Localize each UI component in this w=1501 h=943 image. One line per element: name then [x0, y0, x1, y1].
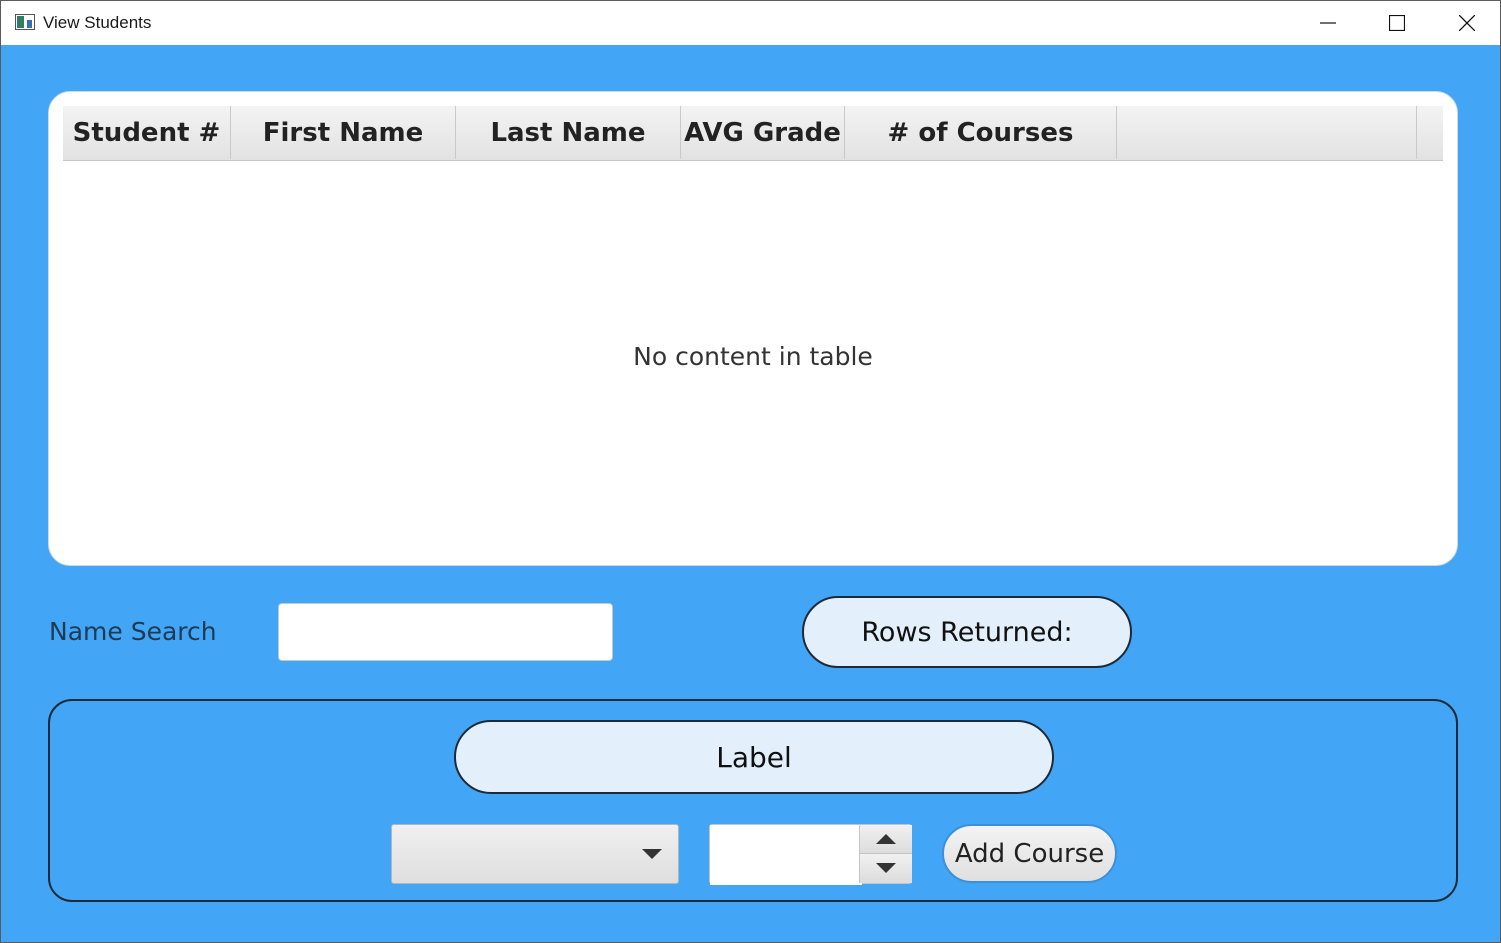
table-header: Student # First Name Last Name AVG Grade… [63, 106, 1443, 161]
minimize-icon [1320, 22, 1336, 24]
spinner-decrement-button[interactable] [859, 854, 912, 883]
close-button[interactable] [1433, 1, 1501, 45]
rows-returned-label: Rows Returned: [802, 596, 1132, 668]
column-header-student-number[interactable]: Student # [63, 106, 231, 159]
column-header-filler [1117, 106, 1417, 159]
column-header-first-name[interactable]: First Name [231, 106, 456, 159]
grade-spinner-input[interactable] [710, 825, 862, 885]
title-bar: View Students [1, 1, 1500, 45]
column-header-num-courses[interactable]: # of Courses [845, 106, 1117, 159]
view-students-window: View Students Student # First Name Last … [0, 0, 1501, 943]
table-placeholder: No content in table [633, 342, 873, 371]
close-icon [1459, 15, 1475, 31]
column-header-avg-grade[interactable]: AVG Grade [681, 106, 845, 159]
app-window-icon [15, 14, 35, 30]
maximize-button[interactable] [1363, 1, 1431, 45]
arrow-down-icon [876, 863, 896, 873]
name-search-input[interactable] [278, 603, 613, 661]
chevron-down-icon [642, 849, 662, 859]
grade-spinner[interactable] [709, 824, 912, 885]
course-label: Label [454, 720, 1054, 794]
maximize-icon [1389, 15, 1405, 31]
course-combo-box[interactable] [391, 824, 679, 884]
add-course-panel: Label Add Course [48, 699, 1458, 902]
spinner-increment-button[interactable] [859, 825, 912, 854]
students-table[interactable]: Student # First Name Last Name AVG Grade… [48, 91, 1458, 566]
window-title: View Students [43, 13, 152, 32]
add-course-button[interactable]: Add Course [942, 824, 1117, 883]
name-search-label: Name Search [49, 617, 217, 646]
arrow-up-icon [876, 834, 896, 844]
column-header-last-name[interactable]: Last Name [456, 106, 681, 159]
minimize-button[interactable] [1294, 1, 1362, 45]
